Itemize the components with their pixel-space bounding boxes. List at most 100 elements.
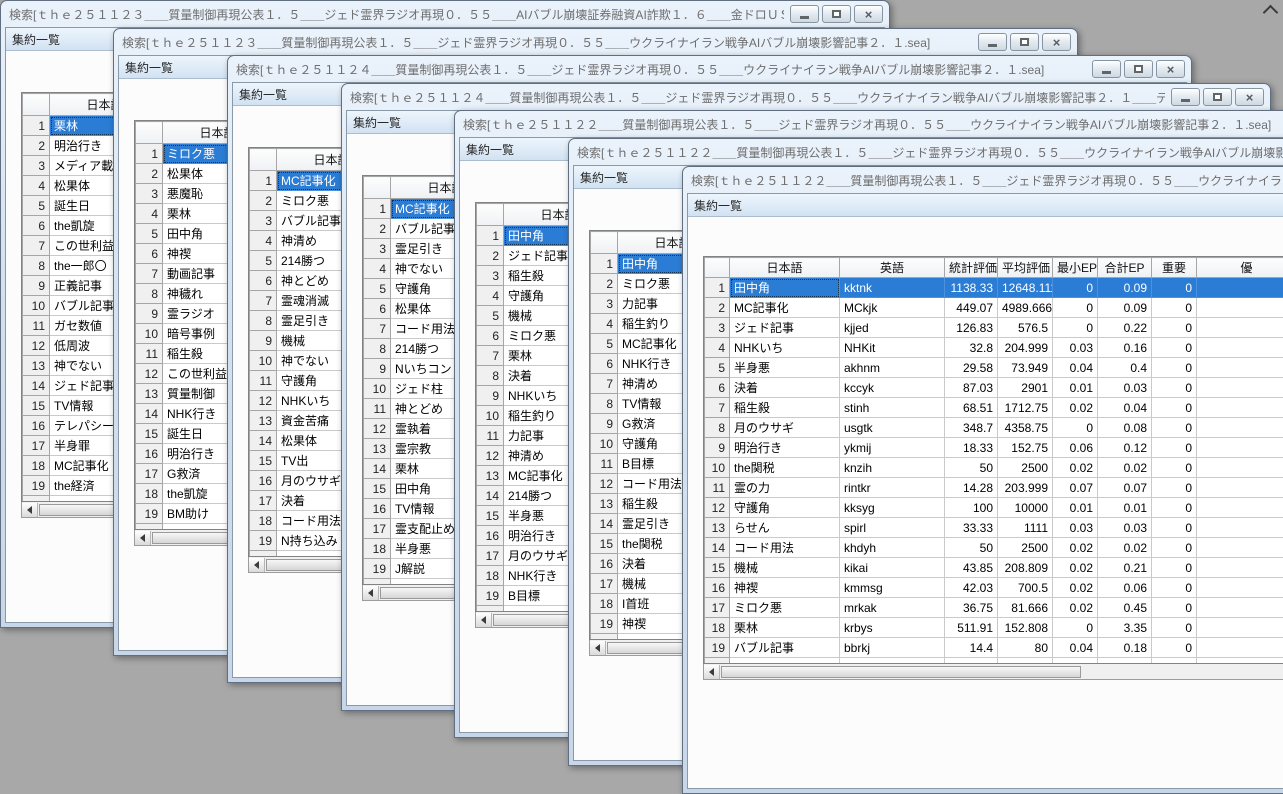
restore-button[interactable] [1124,60,1153,78]
cell-english: khdyh [840,538,945,558]
cell-value: 0 [1053,278,1098,298]
scroll-left-button[interactable] [22,503,38,517]
scroll-up-icon[interactable] [1263,5,1279,21]
list-row[interactable]: 9明治行きykmij18.33152.750.060.120 [705,438,1283,458]
scroll-left-button[interactable] [476,613,492,627]
cell-value: 0.03 [1053,338,1098,358]
titlebar[interactable]: 検索[ｔｈｅ２５１１２３＿＿質量制御再現公表１．５＿＿ジェド霊界ラジオ再現０．５… [5,1,885,27]
scroll-left-button[interactable] [590,641,606,655]
cell-value: 2901 [998,378,1053,398]
row-number: 2 [364,219,391,239]
row-number: 1 [250,171,277,191]
cell-value: 81.666 [998,598,1053,618]
cell-english: spirl [840,518,945,538]
scroll-left-button[interactable] [363,586,379,600]
list-row[interactable]: 4NHKいちNHKit32.8204.9990.030.160 [705,338,1283,358]
scroll-left-button[interactable] [704,665,720,679]
list-row[interactable]: 10the関税knzih5025000.020.020 [705,458,1283,478]
scrollbar-thumb[interactable] [152,532,236,544]
close-button[interactable]: × [854,5,883,23]
cell-value: 576.5 [998,318,1053,338]
cell-value: 0 [1152,618,1197,638]
titlebar[interactable]: 検索[ｔｈｅ２５１１２２＿＿質量制御再現公表１．５＿＿ジェド霊界ラジオ再現０．５… [687,167,1283,193]
scrollbar-thumb[interactable] [721,666,1081,678]
list-row[interactable]: 8月のウサギusgtk348.74358.7500.080 [705,418,1283,438]
restore-icon [1134,65,1143,73]
cell-value: 0.06 [1053,438,1098,458]
scroll-left-button[interactable] [249,558,265,572]
minimize-button[interactable] [978,33,1007,51]
list-row[interactable]: 17ミロク悪mrkak36.7581.6660.020.450 [705,598,1283,618]
close-button[interactable]: × [1156,60,1185,78]
list-row[interactable]: 13らせんspirl33.3311110.030.030 [705,518,1283,538]
row-number: 7 [591,374,618,394]
row-number: 19 [591,614,618,634]
cell-value: 0.09 [1098,298,1152,318]
scroll-left-button[interactable] [135,531,151,545]
scrollbar-thumb[interactable] [39,504,123,516]
list-row[interactable]: 12守護角kksyg100100000.010.010 [705,498,1283,518]
minimize-button[interactable] [1171,88,1200,106]
restore-button[interactable] [1010,33,1039,51]
row-number: 17 [477,546,504,566]
cell-value: 0.02 [1053,578,1098,598]
list-row[interactable]: 18栗林krbys511.91152.80803.350 [705,618,1283,638]
scrollbar-thumb[interactable] [493,614,577,626]
list-row[interactable]: 1田中角kktnk1138.3312648.11100.090 [705,278,1283,298]
column-header: 最小EP [1053,258,1098,278]
horizontal-scrollbar[interactable] [703,664,1283,680]
row-number: 19 [477,586,504,606]
cell-english: kktnk [840,278,945,298]
titlebar[interactable]: 検索[ｔｈｅ２５１１２３＿＿質量制御再現公表１．５＿＿ジェド霊界ラジオ再現０．５… [118,29,1073,55]
row-number: 15 [136,424,163,444]
cell-value: 0.03 [1098,518,1152,538]
cell-value [1197,538,1283,558]
close-button[interactable]: × [1042,33,1071,51]
list-row[interactable]: 15機械kikai43.85208.8090.020.210 [705,558,1283,578]
close-icon: × [1053,36,1061,49]
list-row[interactable]: 19バブル記事bbrkj14.4800.040.180 [705,638,1283,658]
row-number: 12 [364,419,391,439]
list-row[interactable]: 3ジェド記事kjjed126.83576.500.220 [705,318,1283,338]
row-number: 3 [364,239,391,259]
list-row[interactable]: 16神禊kmmsg42.03700.50.020.060 [705,578,1283,598]
list-row[interactable]: 2MC記事化MCkjk449.074989.66600.090 [705,298,1283,318]
row-number: 19 [23,476,50,496]
row-number: 9 [23,276,50,296]
list-row[interactable]: 6決着kccyk87.0329010.010.030 [705,378,1283,398]
cell-value: 700.5 [998,578,1053,598]
scrollbar-thumb[interactable] [380,587,464,599]
list-row[interactable]: 14コード用法khdyh5025000.020.020 [705,538,1283,558]
minimize-button[interactable] [1092,60,1121,78]
restore-button[interactable] [1203,88,1232,106]
titlebar[interactable]: 検索[ｔｈｅ２５１１２４＿＿質量制御再現公表１．５＿＿ジェド霊界ラジオ再現０．５… [232,56,1187,82]
restore-button[interactable] [822,5,851,23]
list-row[interactable]: 7稲生殺stinh68.511712.750.020.040 [705,398,1283,418]
cell-value [1197,358,1283,378]
cell-value [1197,498,1283,518]
titlebar[interactable]: 検索[ｔｈｅ２５１１２２＿＿質量制御再現公表１．５＿＿ジェド霊界ラジオ再現０．５… [459,111,1283,137]
minimize-button[interactable] [790,5,819,23]
cell-value: 152.808 [998,618,1053,638]
list-row[interactable]: 11霊の力rintkr14.28203.9990.070.070 [705,478,1283,498]
row-number: 13 [250,411,277,431]
cell-value [1197,618,1283,638]
scrollbar-thumb[interactable] [266,559,350,571]
cell-japanese: バブル記事 [730,638,840,658]
row-number: 9 [477,386,504,406]
row-number: 12 [136,364,163,384]
row-number: 7 [364,319,391,339]
list-row[interactable]: 5半身悪akhnm29.5873.9490.040.40 [705,358,1283,378]
cell-japanese: ミロク悪 [730,598,840,618]
panel-title: 集約一覧 [125,59,173,76]
row-number: 3 [705,318,730,338]
cell-english: kmmsg [840,578,945,598]
row-number: 2 [477,246,504,266]
cell-value: 2500 [998,538,1053,558]
titlebar[interactable]: 検索[ｔｈｅ２５１１２２＿＿質量制御再現公表１．５＿＿ジェド霊界ラジオ再現０．５… [573,139,1283,165]
titlebar[interactable]: 検索[ｔｈｅ２５１１２４＿＿質量制御再現公表１．５＿＿ジェド霊界ラジオ再現０．５… [346,84,1266,110]
scrollbar-thumb[interactable] [607,642,691,654]
row-number: 18 [477,566,504,586]
row-number: 15 [705,558,730,578]
close-button[interactable]: × [1235,88,1264,106]
